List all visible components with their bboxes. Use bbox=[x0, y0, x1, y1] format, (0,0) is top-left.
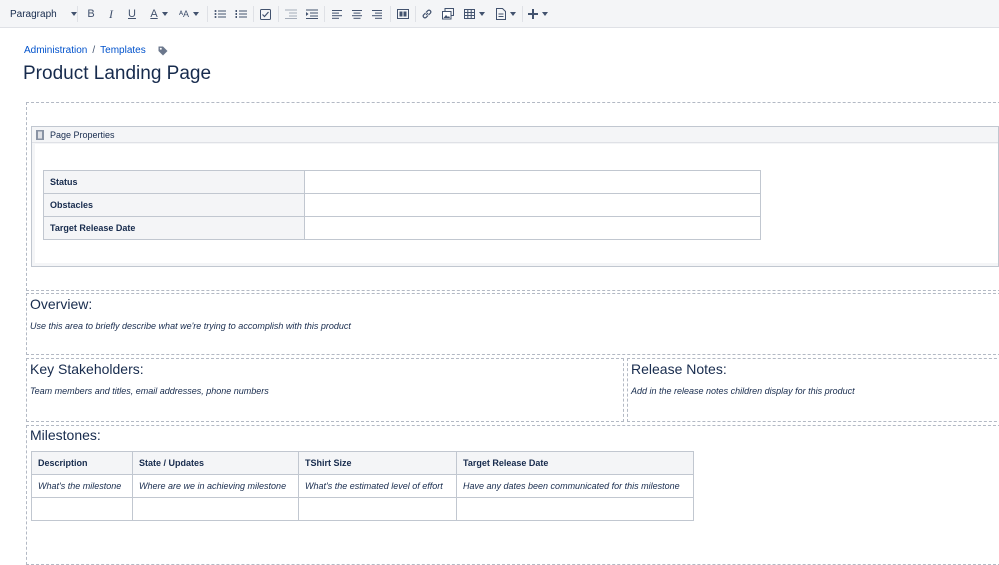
chevron-down-icon bbox=[510, 12, 516, 16]
toolbar-divider bbox=[324, 6, 325, 22]
template-button[interactable] bbox=[494, 4, 518, 24]
align-center-button[interactable] bbox=[350, 4, 364, 24]
key-stakeholders-heading[interactable]: Key Stakeholders: bbox=[30, 361, 144, 377]
checkbox-icon bbox=[259, 8, 271, 20]
image-icon bbox=[442, 8, 454, 20]
table-row: Target Release Date bbox=[43, 216, 761, 240]
align-left-icon bbox=[332, 9, 342, 19]
toolbar-divider bbox=[207, 6, 208, 22]
image-button[interactable] bbox=[441, 4, 455, 24]
property-value-cell[interactable] bbox=[304, 216, 761, 240]
link-icon bbox=[422, 9, 432, 19]
breadcrumb: Administration / Templates bbox=[24, 45, 168, 56]
numbered-list-icon bbox=[235, 10, 247, 18]
table-row: Obstacles bbox=[43, 193, 761, 217]
table-cell[interactable]: Where are we in achieving milestone bbox=[132, 474, 299, 498]
toolbar-divider bbox=[390, 6, 391, 22]
table-cell[interactable] bbox=[132, 497, 299, 521]
outdent-icon bbox=[285, 9, 297, 19]
table-row: Status bbox=[43, 170, 761, 194]
indent-icon bbox=[306, 9, 318, 19]
property-name-obstacles[interactable]: Obstacles bbox=[43, 193, 305, 217]
breadcrumb-separator: / bbox=[92, 45, 96, 56]
release-notes-text[interactable]: Add in the release notes children displa… bbox=[631, 386, 855, 396]
page-properties-body[interactable]: Status Obstacles Target Release Date bbox=[35, 144, 998, 263]
chevron-down-icon bbox=[161, 12, 168, 16]
page-properties-macro[interactable]: Page Properties Status Obstacles Target … bbox=[31, 126, 999, 267]
property-value-cell[interactable] bbox=[304, 170, 761, 194]
toolbar-divider bbox=[278, 6, 279, 22]
align-left-button[interactable] bbox=[330, 4, 344, 24]
label-tag-icon[interactable] bbox=[158, 46, 168, 56]
table-cell[interactable]: Have any dates been communicated for thi… bbox=[456, 474, 694, 498]
column-header-target-release-date[interactable]: Target Release Date bbox=[456, 451, 694, 475]
table-cell[interactable]: What's the estimated level of effort bbox=[298, 474, 457, 498]
plus-icon bbox=[528, 9, 538, 19]
overview-text[interactable]: Use this area to briefly describe what w… bbox=[30, 321, 351, 331]
page-title[interactable]: Product Landing Page bbox=[23, 63, 211, 85]
indent-button[interactable] bbox=[305, 4, 319, 24]
page-properties-icon bbox=[36, 129, 44, 140]
table-cell[interactable] bbox=[456, 497, 694, 521]
table-header-row: Description State / Updates TShirt Size … bbox=[31, 451, 694, 475]
document-icon bbox=[496, 8, 506, 20]
toolbar-divider bbox=[77, 6, 78, 22]
milestones-table: Description State / Updates TShirt Size … bbox=[31, 451, 694, 521]
property-name-status[interactable]: Status bbox=[43, 170, 305, 194]
table-cell[interactable]: What's the milestone bbox=[31, 474, 133, 498]
paragraph-style-label: Paragraph bbox=[10, 8, 57, 20]
page-layout-icon bbox=[397, 9, 409, 19]
bold-icon: B bbox=[87, 8, 95, 20]
table-button[interactable] bbox=[462, 4, 486, 24]
paragraph-style-select[interactable]: Paragraph bbox=[10, 4, 77, 24]
table-cell[interactable] bbox=[31, 497, 133, 521]
table-row bbox=[31, 497, 694, 521]
chevron-down-icon bbox=[542, 12, 548, 16]
page-properties-table: Status Obstacles Target Release Date bbox=[43, 170, 761, 240]
bullet-list-icon bbox=[214, 10, 226, 18]
table-icon bbox=[463, 9, 475, 19]
text-color-icon: A bbox=[150, 8, 158, 20]
toolbar-divider bbox=[522, 6, 523, 22]
align-center-icon bbox=[352, 9, 362, 19]
text-color-button[interactable]: A bbox=[146, 4, 172, 24]
text-size-icon: ᴬA bbox=[178, 9, 190, 19]
property-value-cell[interactable] bbox=[304, 193, 761, 217]
property-name-target-release-date[interactable]: Target Release Date bbox=[43, 216, 305, 240]
underline-icon: U bbox=[128, 8, 136, 20]
page-properties-macro-header: Page Properties bbox=[32, 127, 998, 143]
chevron-down-icon bbox=[193, 12, 200, 16]
italic-icon: I bbox=[109, 6, 113, 21]
italic-button[interactable]: I bbox=[104, 4, 118, 24]
breadcrumb-link-templates[interactable]: Templates bbox=[100, 45, 146, 56]
key-stakeholders-text[interactable]: Team members and titles, email addresses… bbox=[30, 386, 269, 396]
milestones-heading[interactable]: Milestones: bbox=[30, 427, 101, 443]
toolbar-divider bbox=[415, 6, 416, 22]
editor-toolbar: Paragraph B I U A ᴬA bbox=[0, 0, 999, 28]
column-header-tshirt-size[interactable]: TShirt Size bbox=[298, 451, 457, 475]
align-right-icon bbox=[372, 9, 382, 19]
insert-more-button[interactable] bbox=[527, 4, 549, 24]
align-right-button[interactable] bbox=[370, 4, 384, 24]
column-header-state-updates[interactable]: State / Updates bbox=[132, 451, 299, 475]
page-properties-title: Page Properties bbox=[50, 129, 115, 140]
overview-heading[interactable]: Overview: bbox=[30, 296, 92, 312]
release-notes-heading[interactable]: Release Notes: bbox=[631, 361, 727, 377]
chevron-down-icon bbox=[70, 12, 77, 16]
table-row: What's the milestone Where are we in ach… bbox=[31, 474, 694, 498]
text-size-button[interactable]: ᴬA bbox=[177, 4, 201, 24]
breadcrumb-link-administration[interactable]: Administration bbox=[24, 45, 87, 56]
outdent-button[interactable] bbox=[284, 4, 298, 24]
table-cell[interactable] bbox=[298, 497, 457, 521]
bullet-list-button[interactable] bbox=[213, 4, 227, 24]
page-layout-button[interactable] bbox=[396, 4, 410, 24]
column-header-description[interactable]: Description bbox=[31, 451, 133, 475]
underline-button[interactable]: U bbox=[125, 4, 139, 24]
link-button[interactable] bbox=[420, 4, 434, 24]
bold-button[interactable]: B bbox=[84, 4, 98, 24]
task-list-button[interactable] bbox=[258, 4, 272, 24]
toolbar-divider bbox=[253, 6, 254, 22]
numbered-list-button[interactable] bbox=[234, 4, 248, 24]
chevron-down-icon bbox=[478, 12, 485, 16]
